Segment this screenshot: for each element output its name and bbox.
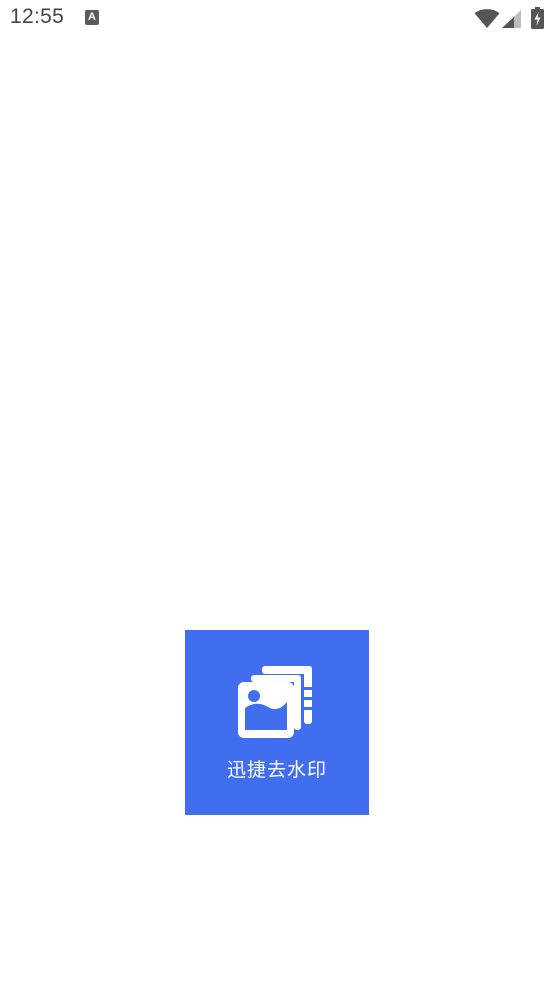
status-bar: 12:55 A [0, 0, 554, 38]
cell-signal-icon [502, 10, 521, 28]
text-input-method-icon: A [85, 10, 99, 25]
wifi-icon [474, 9, 500, 28]
battery-charging-icon [531, 7, 544, 29]
app-name: 迅捷去水印 [226, 759, 327, 781]
splash-screen: 12:55 A 迅捷去水印 [0, 0, 554, 984]
status-clock: 12:55 [10, 5, 65, 28]
image-stack-icon [238, 666, 314, 738]
app-logo: 迅捷去水印 [185, 630, 369, 815]
